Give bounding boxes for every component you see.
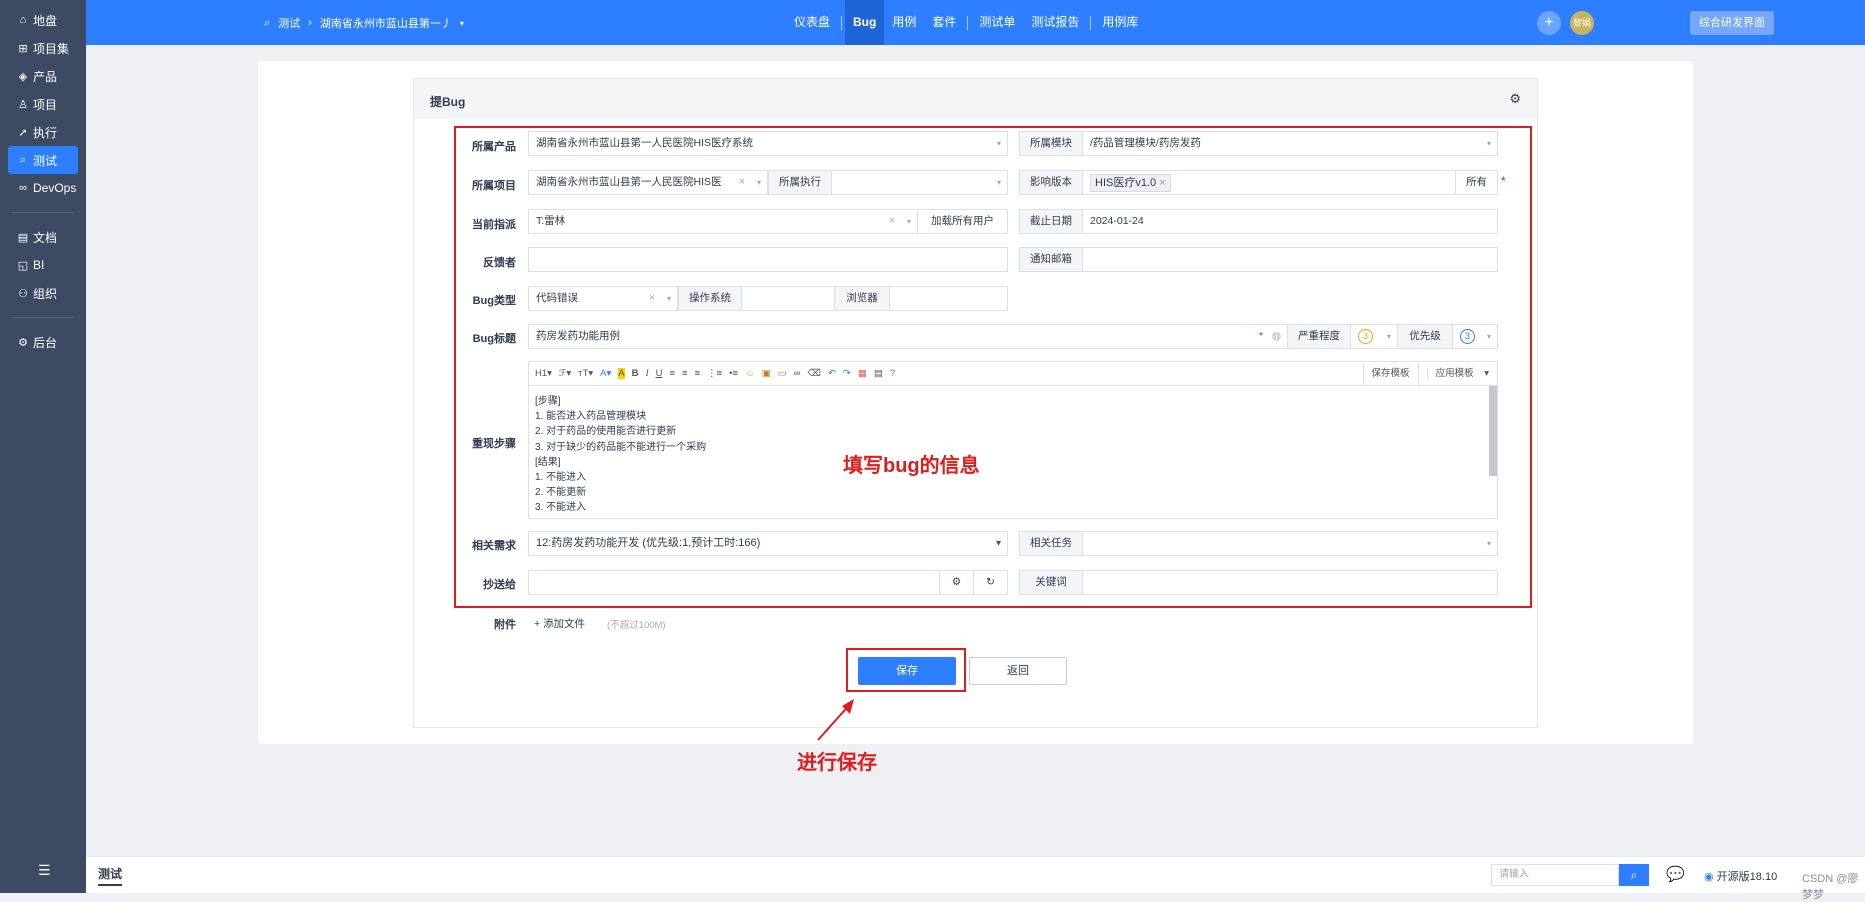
doc-icon: ▤	[17, 231, 29, 244]
sidebar-item-admin[interactable]: ⚙ 后台	[8, 328, 78, 356]
add-file-button[interactable]: + 添加文件	[534, 616, 585, 631]
form-header: 提Bug ⚙	[414, 79, 1537, 119]
chart-icon: ◱	[17, 259, 29, 272]
sidebar-item-label: 执行	[33, 125, 58, 140]
sidebar-item-label: 项目	[33, 97, 58, 112]
main-nav: 仪表盘 Bug 用例 套件 测试单 测试报告 用例库	[786, 0, 1146, 45]
sidebar-item-bi[interactable]: ◱ BI	[8, 251, 78, 279]
sidebar-item-execution[interactable]: ➚ 执行	[8, 118, 78, 146]
breadcrumb: ⌕ 测试 › 湖南省永州市蓝山县第一丿 ▾	[264, 15, 464, 31]
sidebar-item-label: 文档	[33, 230, 58, 245]
run-icon: ➚	[18, 126, 28, 139]
search-icon: ⌕	[1630, 868, 1638, 882]
sidebar-item-label: DevOps	[33, 181, 77, 195]
top-bar: ⌕ 测试 › 湖南省永州市蓝山县第一丿 ▾ 仪表盘 Bug 用例 套件 测试单 …	[86, 0, 1865, 45]
plus-icon: +	[534, 618, 544, 630]
files-label: 附件	[494, 619, 516, 631]
sidebar-item-doc[interactable]: ▤ 文档	[8, 223, 78, 251]
avatar[interactable]: 黎娟	[1570, 11, 1594, 35]
sidebar-item-label: 后台	[33, 335, 58, 350]
gear-icon: ⚙	[18, 336, 28, 349]
product-icon: ◈	[18, 70, 28, 83]
project-icon: ♙	[18, 98, 28, 111]
breadcrumb-module[interactable]: 测试	[278, 15, 300, 31]
add-icon[interactable]: +	[1537, 11, 1561, 35]
sidebar-item-org[interactable]: ⚇ 组织	[8, 279, 78, 307]
chevron-right-icon: ›	[308, 17, 312, 29]
users-icon: ⚇	[18, 287, 28, 300]
tab-suite[interactable]: 套件	[924, 0, 964, 45]
grid-icon: ⊞	[18, 42, 28, 55]
sidebar-item-label: 地盘	[33, 13, 58, 28]
bottom-bar: 测试 请输入 ⌕ 💬 ◉ 开源版18.10 CSDN @廖梦梦	[86, 856, 1865, 901]
tab-dashboard[interactable]: 仪表盘	[786, 0, 838, 45]
annotation-save-note: 进行保存	[797, 752, 877, 774]
back-button[interactable]: 返回	[969, 657, 1067, 685]
tab-bug[interactable]: Bug	[845, 0, 885, 45]
nav-divider	[841, 15, 843, 30]
nav-divider	[967, 15, 969, 30]
tab-case[interactable]: 用例	[884, 0, 924, 45]
search-icon: ⌕	[19, 153, 27, 166]
collapse-menu-icon[interactable]: ☰	[38, 862, 51, 879]
sidebar-item-product[interactable]: ◈ 产品	[8, 62, 78, 90]
tab-testtask[interactable]: 测试单	[971, 0, 1023, 45]
ai-chat-icon[interactable]: 💬	[1666, 865, 1685, 883]
sidebar-item-project[interactable]: ♙ 项目	[8, 90, 78, 118]
sidebar-item-label: 项目集	[33, 41, 70, 56]
sidebar-item-devops[interactable]: ∞ DevOps	[8, 174, 78, 202]
breadcrumb-product[interactable]: 湖南省永州市蓝山县第一丿	[320, 15, 452, 31]
annotation-form-highlight	[454, 126, 1532, 608]
sidebar-item-test[interactable]: ⌕ 测试	[8, 146, 78, 174]
search-icon: ⌕	[264, 16, 271, 29]
annotation-save-highlight	[846, 648, 966, 692]
page-title: 提Bug	[430, 95, 466, 109]
sidebar-item-label: BI	[33, 258, 45, 272]
sidebar-nav: ⌂ 地盘 ⊞ 项目集 ◈ 产品 ♙ 项目 ➚ 执行 ⌕ 测试 ∞ DevOps ▤ 文档 ◱ BI…	[0, 0, 86, 893]
version-label: 开源版18.10	[1716, 871, 1778, 883]
home-icon: ⌂	[19, 14, 27, 26]
sidebar-divider	[12, 317, 74, 318]
watermark: CSDN @廖梦梦	[1802, 873, 1859, 901]
tab-caselib[interactable]: 用例库	[1094, 0, 1146, 45]
sidebar-item-program[interactable]: ⊞ 项目集	[8, 34, 78, 62]
sidebar-item-label: 组织	[33, 286, 58, 301]
sidebar-divider	[12, 212, 74, 213]
sidebar-item-label: 产品	[33, 69, 58, 84]
infinity-icon: ∞	[19, 182, 27, 194]
add-file-label: 添加文件	[543, 618, 586, 630]
annotation-fill-info: 填写bug的信息	[843, 455, 980, 477]
tab-testreport[interactable]: 测试报告	[1023, 0, 1087, 45]
chevron-down-icon: ▾	[459, 18, 464, 28]
file-limit-hint: (不超过100M)	[607, 620, 666, 631]
bottom-tab-test[interactable]: 测试	[98, 865, 123, 886]
search-input[interactable]: 请输入	[1491, 864, 1619, 886]
search-button[interactable]: ⌕	[1619, 864, 1649, 886]
switch-view-button[interactable]: 综合研发界面	[1690, 11, 1774, 35]
sidebar-item-dashboard[interactable]: ⌂ 地盘	[8, 6, 78, 34]
version-info[interactable]: ◉ 开源版18.10	[1704, 868, 1777, 884]
gear-icon[interactable]: ⚙	[1509, 91, 1521, 107]
sidebar-item-label: 测试	[33, 153, 58, 168]
logo-icon: ◉	[1704, 871, 1717, 883]
nav-divider	[1090, 15, 1092, 30]
annotation-arrow-icon	[817, 699, 854, 741]
